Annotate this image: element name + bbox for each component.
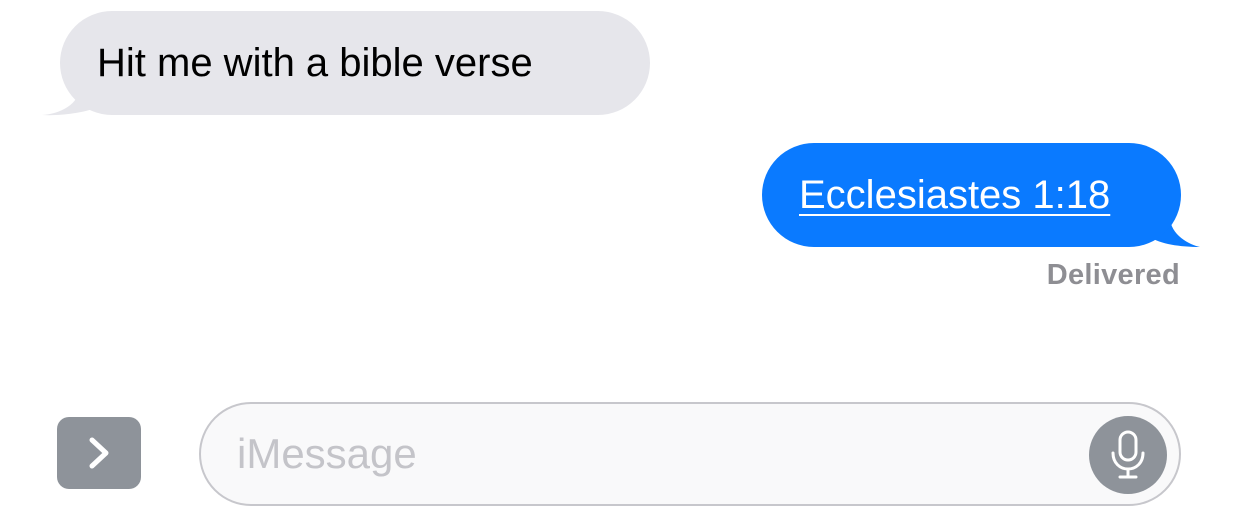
- delivery-status: Delivered: [1046, 259, 1180, 291]
- message-input[interactable]: [237, 426, 1057, 482]
- message-thread: Hit me with a bible verse Ecclesiastes 1…: [0, 0, 1242, 519]
- apps-expand-button[interactable]: [57, 417, 141, 489]
- chevron-right-icon: [89, 437, 109, 469]
- received-message-bubble[interactable]: Hit me with a bible verse: [60, 11, 650, 115]
- dictation-button[interactable]: [1089, 416, 1167, 494]
- sent-message-bubble[interactable]: Ecclesiastes 1:18: [762, 143, 1181, 247]
- received-message-text: Hit me with a bible verse: [97, 41, 533, 85]
- microphone-icon: [1111, 430, 1145, 479]
- sent-message-link[interactable]: Ecclesiastes 1:18: [799, 173, 1110, 217]
- message-input-container: [199, 402, 1181, 506]
